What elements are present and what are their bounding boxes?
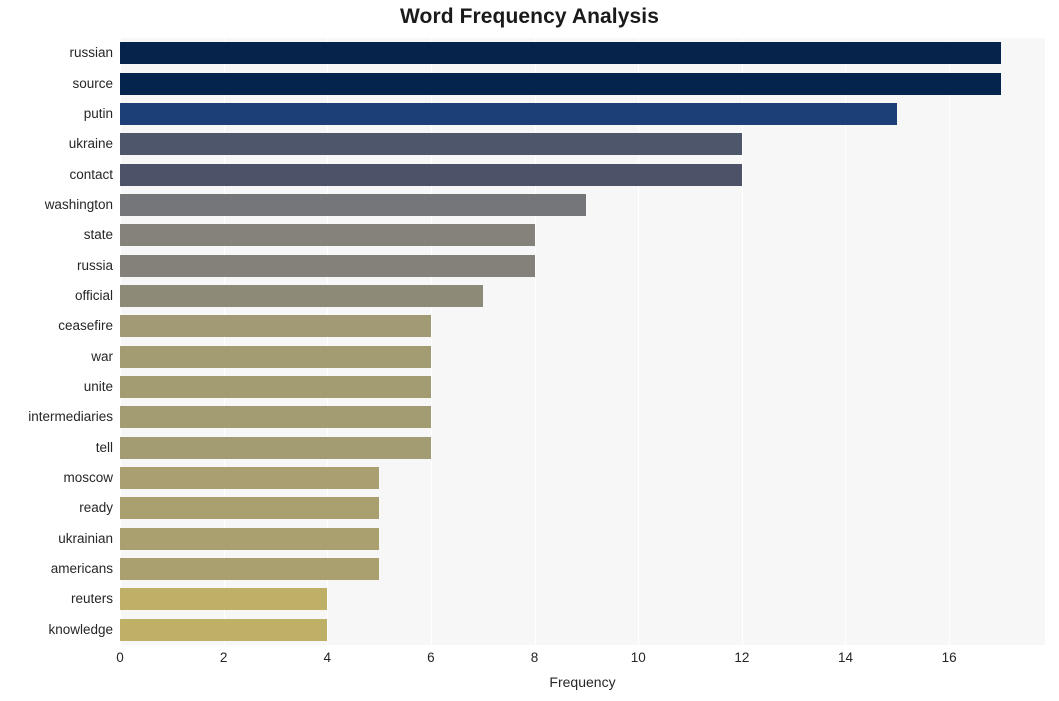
y-axis-tick-label: intermediaries [28, 409, 113, 425]
bar [120, 315, 431, 338]
bar [120, 376, 431, 399]
x-axis-tick-label: 6 [427, 650, 435, 665]
y-axis-tick-label: ceasefire [58, 318, 113, 334]
bar [120, 102, 898, 125]
chart-title: Word Frequency Analysis [399, 5, 660, 28]
y-axis-tick-label: unite [83, 379, 113, 395]
y-axis-tick-label: russian [69, 45, 113, 61]
y-axis-tick-label: ukrainian [58, 530, 113, 546]
bar [120, 224, 535, 247]
y-axis-tick-label: tell [95, 439, 113, 455]
y-axis-tick-label: putin [83, 105, 113, 121]
bar [120, 42, 1001, 65]
y-axis-tick-label: official [74, 287, 113, 303]
bar [120, 588, 328, 611]
y-axis-tick-label: knowledge [48, 621, 113, 637]
x-axis-tick-label: 10 [630, 650, 646, 665]
y-axis-tick-label: moscow [63, 470, 113, 486]
bar [120, 467, 380, 490]
word-frequency-chart: Word Frequency Analysis russian source put… [0, 0, 1059, 701]
bar [120, 254, 535, 277]
bar [120, 133, 742, 156]
bar [120, 163, 742, 186]
plot-area [120, 38, 1045, 645]
y-axis-tick-label: ukraine [68, 136, 113, 152]
x-axis-tick-labels: 0 2 4 6 8 10 12 14 16 [116, 650, 1045, 672]
bar [120, 618, 328, 641]
bar [120, 284, 483, 307]
y-axis-tick-label: contact [69, 166, 113, 182]
bar [120, 436, 431, 459]
bar [120, 72, 1001, 95]
x-axis-tick-label: 14 [837, 650, 853, 665]
y-axis-tick-label: russia [76, 257, 113, 273]
y-axis-tick-label: reuters [70, 591, 113, 607]
x-axis-title: Frequency [549, 674, 616, 690]
bar [120, 345, 431, 368]
bar [120, 527, 380, 550]
bar [120, 193, 587, 216]
bar [120, 497, 380, 520]
y-axis-tick-label: state [83, 227, 113, 243]
bar [120, 558, 380, 581]
y-axis-tick-label: washington [44, 196, 113, 212]
x-axis-tick-label: 12 [734, 650, 750, 665]
x-axis-tick-label: 8 [530, 650, 539, 665]
bar [120, 406, 431, 429]
x-axis-tick-label: 16 [941, 650, 957, 665]
y-axis-tick-label: war [91, 348, 113, 364]
y-axis-tick-label: ready [79, 500, 113, 516]
y-axis-tick-labels: russian source putin ukraine contact washingt… [0, 38, 113, 645]
y-axis-tick-label: source [72, 75, 113, 91]
x-axis-tick-label: 2 [219, 650, 228, 665]
y-axis-tick-label: americans [50, 561, 113, 577]
bars-layer [120, 38, 1045, 645]
x-axis-tick-label: 0 [116, 650, 124, 665]
x-axis-tick-label: 4 [323, 650, 332, 665]
